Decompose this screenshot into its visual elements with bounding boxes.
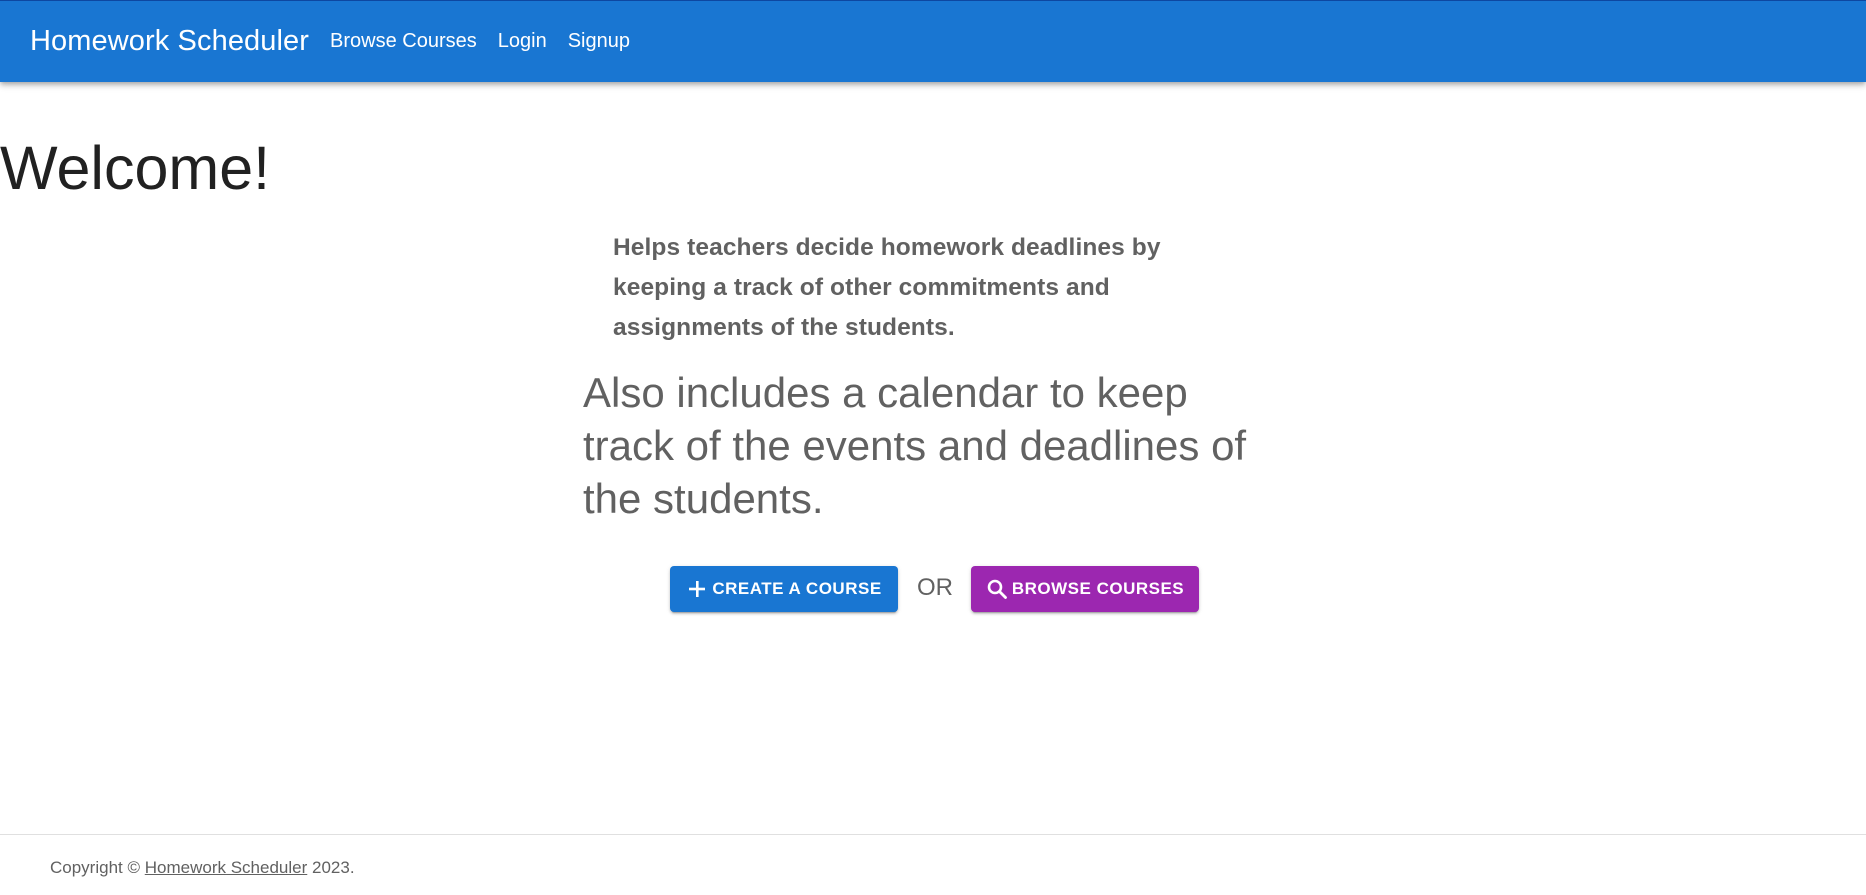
search-icon <box>986 578 1008 600</box>
copyright-text: Copyright © Homework Scheduler 2023. <box>50 858 355 878</box>
nav-login[interactable]: Login <box>498 30 547 53</box>
or-separator: OR <box>917 574 953 601</box>
browse-courses-label: Browse courses <box>1011 579 1185 598</box>
copyright-link[interactable]: Homework Scheduler <box>145 858 308 877</box>
create-course-button[interactable]: Create a course <box>670 566 898 612</box>
footer: Copyright © Homework Scheduler 2023. <box>0 834 1866 895</box>
app-bar: Homework Scheduler Browse Courses Login … <box>0 0 1866 82</box>
hero-subtitle: Helps teachers decide homework deadlines… <box>613 234 1161 341</box>
page-title: Welcome! <box>0 134 271 202</box>
brand-title[interactable]: Homework Scheduler <box>30 25 309 58</box>
copyright-prefix: Copyright © <box>50 858 141 877</box>
action-row: Create a course OR Browse courses <box>0 566 1866 612</box>
plus-icon <box>686 578 708 600</box>
nav-browse-courses[interactable]: Browse Courses <box>330 30 477 53</box>
browse-courses-button[interactable]: Browse courses <box>971 566 1199 612</box>
nav-signup[interactable]: Signup <box>568 30 630 53</box>
create-course-label: Create a course <box>712 579 882 598</box>
copyright-year: 2023. <box>312 858 355 877</box>
hero-tagline: Also includes a calendar to keep track o… <box>583 369 1247 522</box>
